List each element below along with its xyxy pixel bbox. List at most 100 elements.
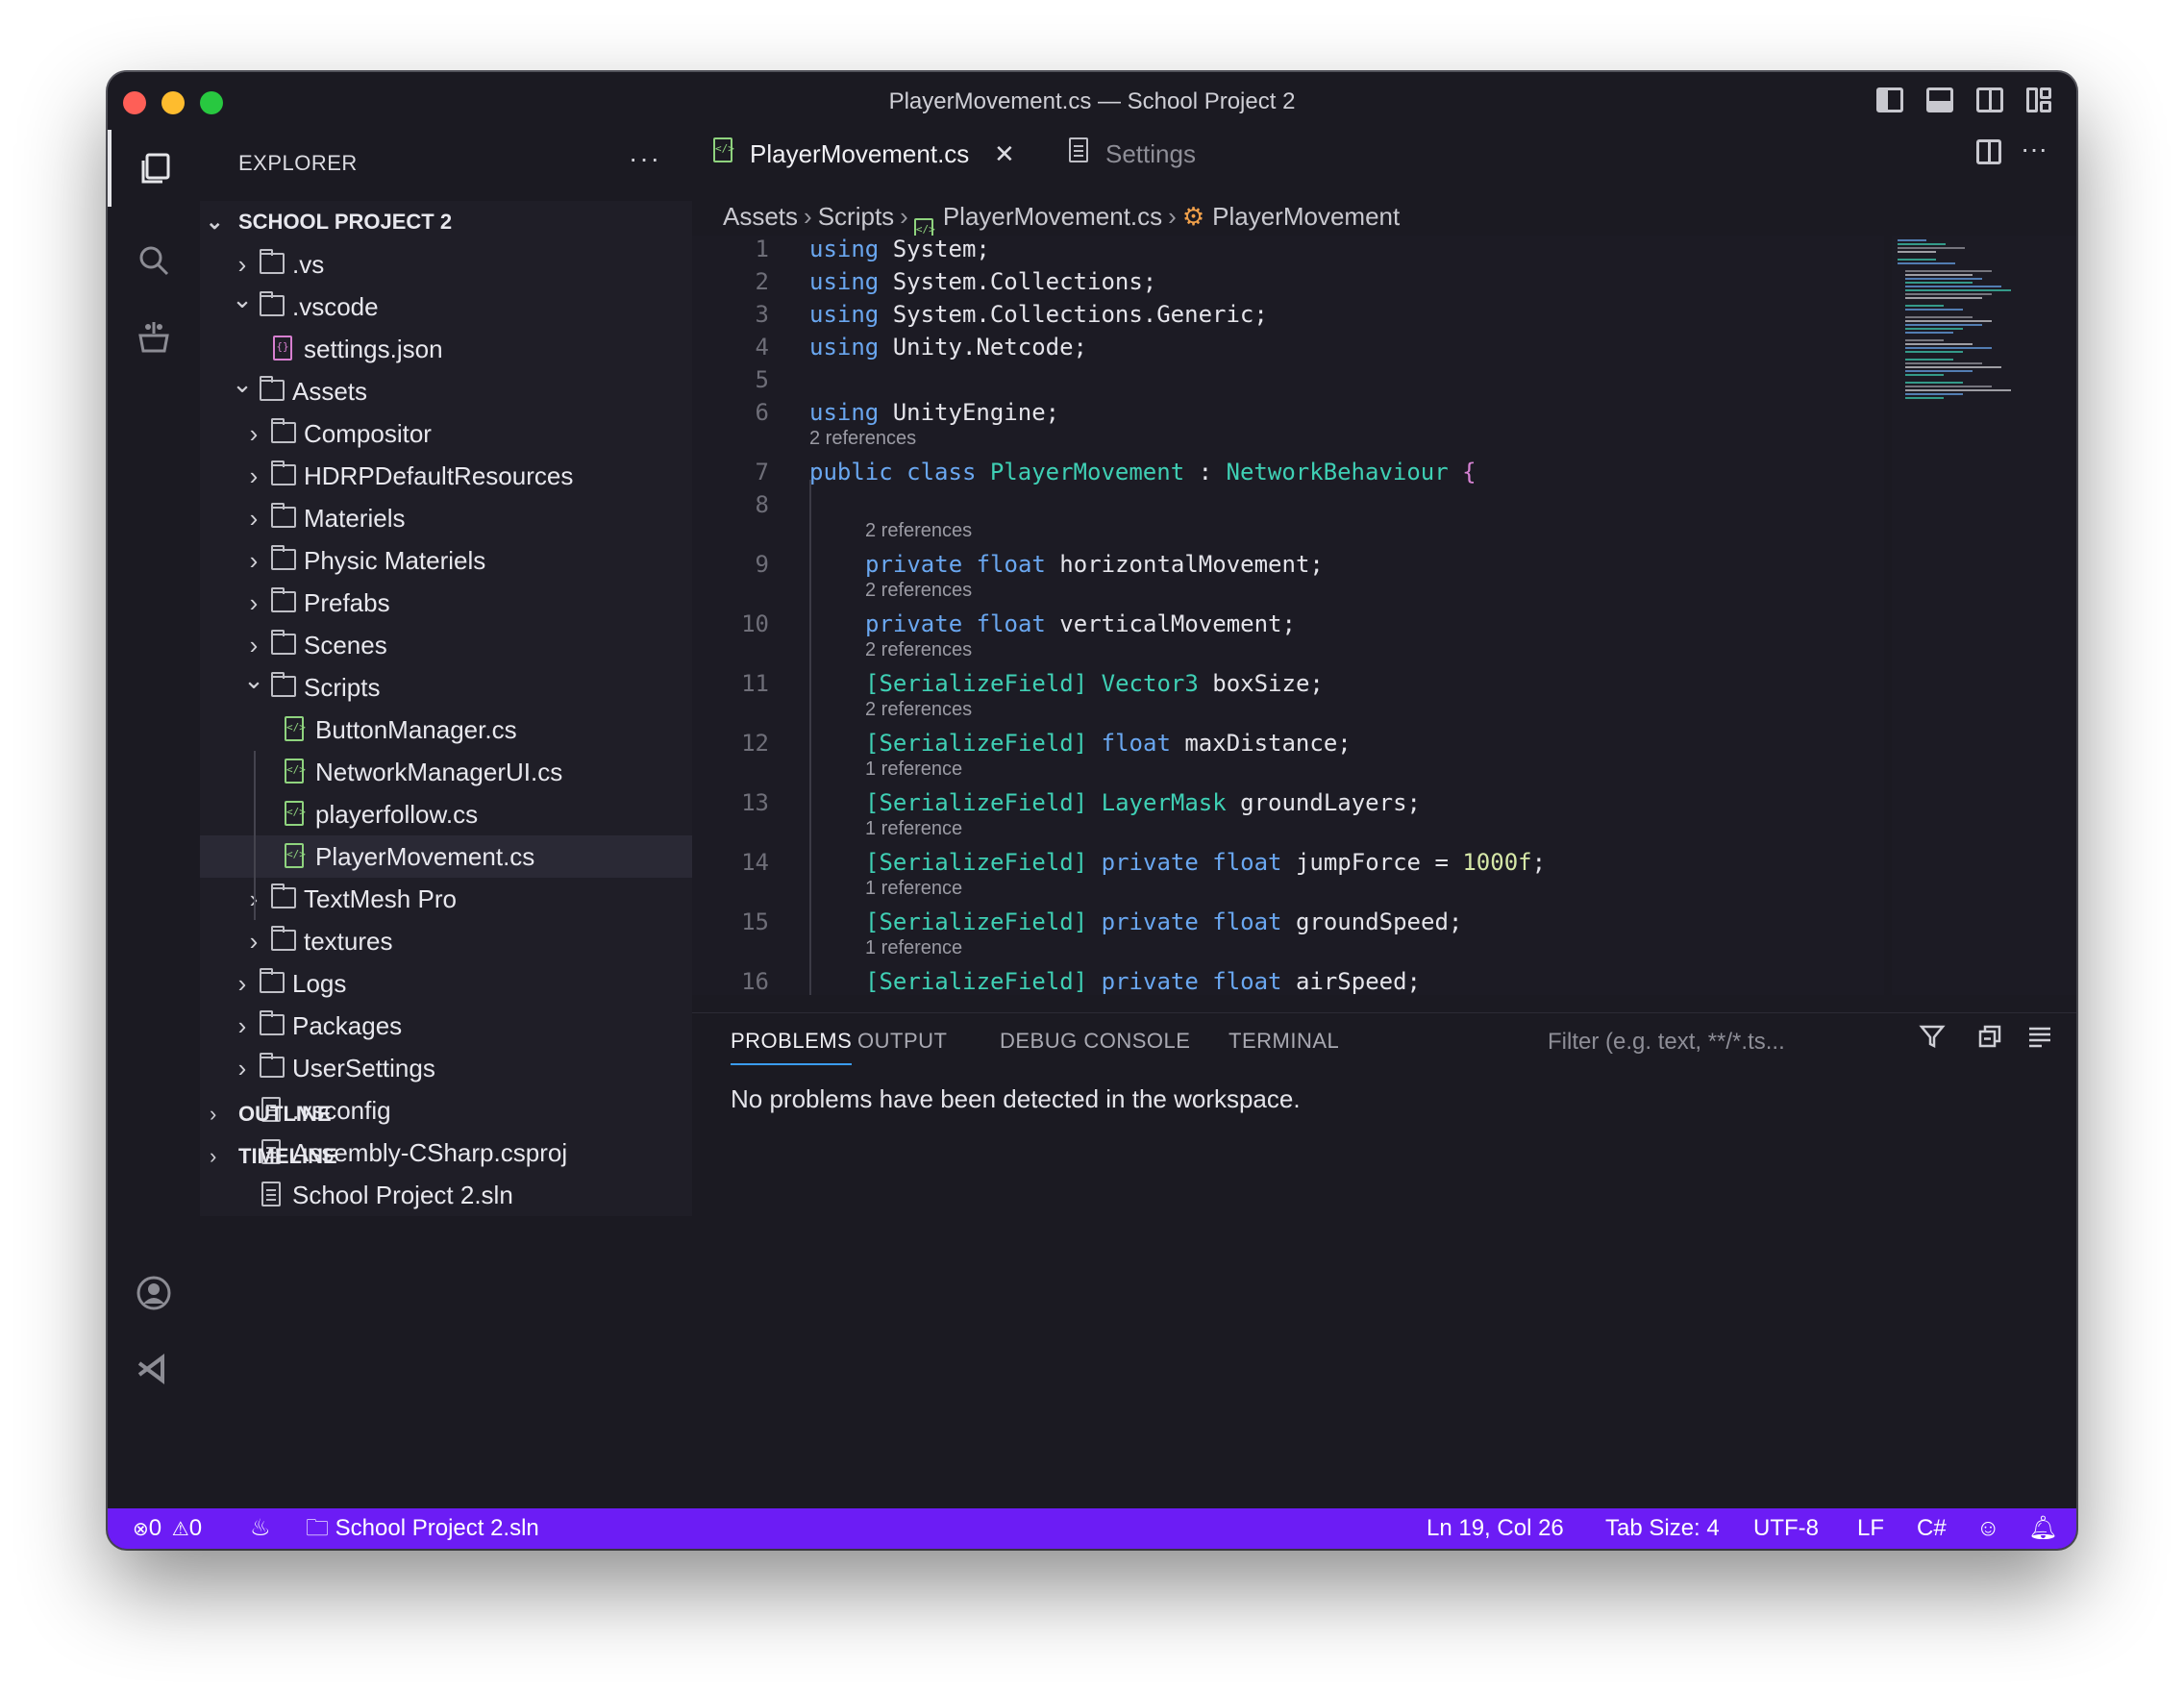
problems-filter-input[interactable]: Filter (e.g. text, **/*.ts... [1548, 1029, 1785, 1056]
csharp-file-icon: </> [285, 759, 306, 784]
codelens-references[interactable]: 2 references [865, 580, 972, 602]
tree-item[interactable]: ›TextMesh Pro [200, 878, 692, 920]
cursor-position[interactable]: Ln 19, Col 26 [1427, 1508, 1564, 1549]
breadcrumb-scripts[interactable]: Scripts [818, 202, 894, 231]
notifications-icon[interactable]: 🔔︎ [2028, 1508, 2057, 1549]
codelens-references[interactable]: 1 reference [865, 937, 962, 959]
tree-item-label: UserSettings [292, 1054, 435, 1082]
more-actions-icon[interactable]: ··· [629, 143, 661, 174]
tree-item-label: .vscode [292, 292, 379, 321]
workspace-root[interactable]: ⌄ SCHOOL PROJECT 2 [200, 201, 692, 243]
tree-item[interactable]: </> ButtonManager.cs [200, 709, 692, 751]
minimap[interactable] [1892, 236, 2076, 995]
folder-icon [260, 249, 285, 274]
chevron-right-icon: › [249, 927, 259, 956]
minimap-line [1905, 320, 1992, 322]
word-wrap-icon[interactable] [2026, 1023, 2053, 1057]
codelens-references[interactable]: 2 references [809, 428, 916, 450]
tree-item[interactable]: {} settings.json [200, 328, 692, 370]
tree-item[interactable]: › .vs [200, 243, 692, 286]
toggle-secondary-sidebar-icon[interactable] [1976, 87, 2003, 112]
breadcrumb-assets[interactable]: Assets [723, 202, 798, 231]
toggle-panel-icon[interactable] [1926, 87, 1953, 112]
search-icon[interactable] [108, 222, 200, 299]
explorer-icon[interactable] [108, 130, 200, 207]
tab-terminal[interactable]: TERMINAL [1228, 1029, 1339, 1054]
breadcrumb-class[interactable]: PlayerMovement [1212, 202, 1400, 231]
tree-item[interactable]: </> NetworkManagerUI.cs [200, 751, 692, 793]
codelens-references[interactable]: 1 reference [865, 759, 962, 781]
tree-item[interactable]: › Logs [200, 962, 692, 1005]
visual-studio-icon[interactable] [108, 1331, 200, 1408]
folder-icon [271, 926, 296, 951]
tab-size[interactable]: Tab Size: 4 [1605, 1508, 1720, 1549]
split-editor-icon[interactable] [1976, 139, 2001, 164]
editor-more-icon[interactable]: ··· [2021, 134, 2048, 164]
solution-status[interactable]: 🗀 School Project 2.sln [306, 1508, 539, 1549]
breadcrumb-file[interactable]: PlayerMovement.cs [943, 202, 1162, 231]
tree-item[interactable]: School Project 2.sln [200, 1174, 692, 1216]
tree-item-label: Packages [292, 1011, 403, 1040]
tree-item-label: playerfollow.cs [315, 800, 479, 829]
tree-item-label: .vs [292, 250, 325, 279]
editor-tabs: </> PlayerMovement.cs ✕ Settings ··· [692, 130, 2076, 178]
file-tree: ⌄ SCHOOL PROJECT 2 › .vs ⌄ .vscode{} setting… [200, 201, 692, 1216]
tree-item-label: Logs [292, 969, 347, 998]
tree-item[interactable]: </> PlayerMovement.cs [200, 835, 692, 878]
tree-item[interactable]: ⌄ Scripts [200, 665, 692, 709]
csharp-file-icon: </> [285, 843, 306, 868]
tab-output[interactable]: OUTPUT [857, 1029, 947, 1054]
tree-item[interactable]: </> playerfollow.cs [200, 793, 692, 835]
codelens-references[interactable]: 1 reference [865, 878, 962, 900]
tab-problems[interactable]: PROBLEMS [731, 1029, 853, 1065]
tree-item[interactable]: › UserSettings [200, 1047, 692, 1089]
end-of-line[interactable]: LF [1857, 1508, 1884, 1549]
close-tab-icon[interactable]: ✕ [994, 130, 1015, 178]
tree-item[interactable]: › Packages [200, 1005, 692, 1047]
problems-status[interactable]: ⊗0 ⚠0 [133, 1508, 202, 1549]
tree-item[interactable]: ⌄ Assets [200, 369, 692, 412]
activity-bar [108, 130, 200, 1524]
folder-icon [271, 587, 296, 612]
tree-item-label: NetworkManagerUI.cs [315, 758, 563, 786]
tab-debug-console[interactable]: DEBUG CONSOLE [1000, 1029, 1190, 1054]
folder-icon [271, 503, 296, 528]
code-editor[interactable]: 1 using System; 2 using System.Collections… [692, 236, 1884, 995]
tree-item-label: Physic Materiels [304, 546, 486, 575]
status-bar: ⊗0 ⚠0 ♨ 🗀 School Project 2.sln Ln 19, Co… [108, 1508, 2076, 1549]
codelens-references[interactable]: 2 references [865, 699, 972, 721]
outline-section[interactable]: › OUTLINE [200, 1093, 692, 1135]
tree-item[interactable]: › Scenes [200, 624, 692, 666]
minimap-line [1905, 393, 1963, 395]
minimap-line [1898, 259, 1936, 261]
tree-item[interactable]: › HDRPDefaultResources [200, 455, 692, 497]
toggle-primary-sidebar-icon[interactable] [1876, 87, 1903, 112]
minimap-line [1898, 251, 1936, 253]
filter-icon[interactable] [1919, 1023, 1946, 1057]
tree-item[interactable]: › Materiels [200, 497, 692, 539]
csharp-file-icon: </> [713, 137, 734, 162]
encoding[interactable]: UTF-8 [1753, 1508, 1819, 1549]
language-mode[interactable]: C# [1917, 1508, 1947, 1549]
minimap-line [1905, 389, 2011, 391]
tree-item[interactable]: › textures [200, 920, 692, 962]
feedback-icon[interactable]: ☺ [1976, 1508, 2000, 1549]
account-icon[interactable] [108, 1255, 200, 1331]
codelens-references[interactable]: 2 references [865, 520, 972, 542]
flame-icon[interactable]: ♨ [250, 1508, 271, 1549]
timeline-section[interactable]: › TIMELINE [200, 1135, 692, 1178]
tree-item[interactable]: › Physic Materiels [200, 539, 692, 582]
minimap-line [1898, 262, 1955, 264]
tree-item-label: Scenes [304, 631, 387, 659]
codelens-references[interactable]: 1 reference [865, 818, 962, 840]
minimap-line [1905, 382, 1963, 384]
collapse-all-icon[interactable] [1976, 1023, 2003, 1057]
tree-item-label: Prefabs [304, 588, 390, 617]
customize-layout-icon[interactable] [2026, 87, 2053, 112]
tree-item[interactable]: › Prefabs [200, 582, 692, 624]
tree-item[interactable]: ⌄ .vscode [200, 285, 692, 328]
tree-item[interactable]: › Compositor [200, 412, 692, 455]
extensions-icon[interactable] [108, 299, 200, 376]
chevron-right-icon: › [237, 969, 247, 998]
codelens-references[interactable]: 2 references [865, 639, 972, 661]
